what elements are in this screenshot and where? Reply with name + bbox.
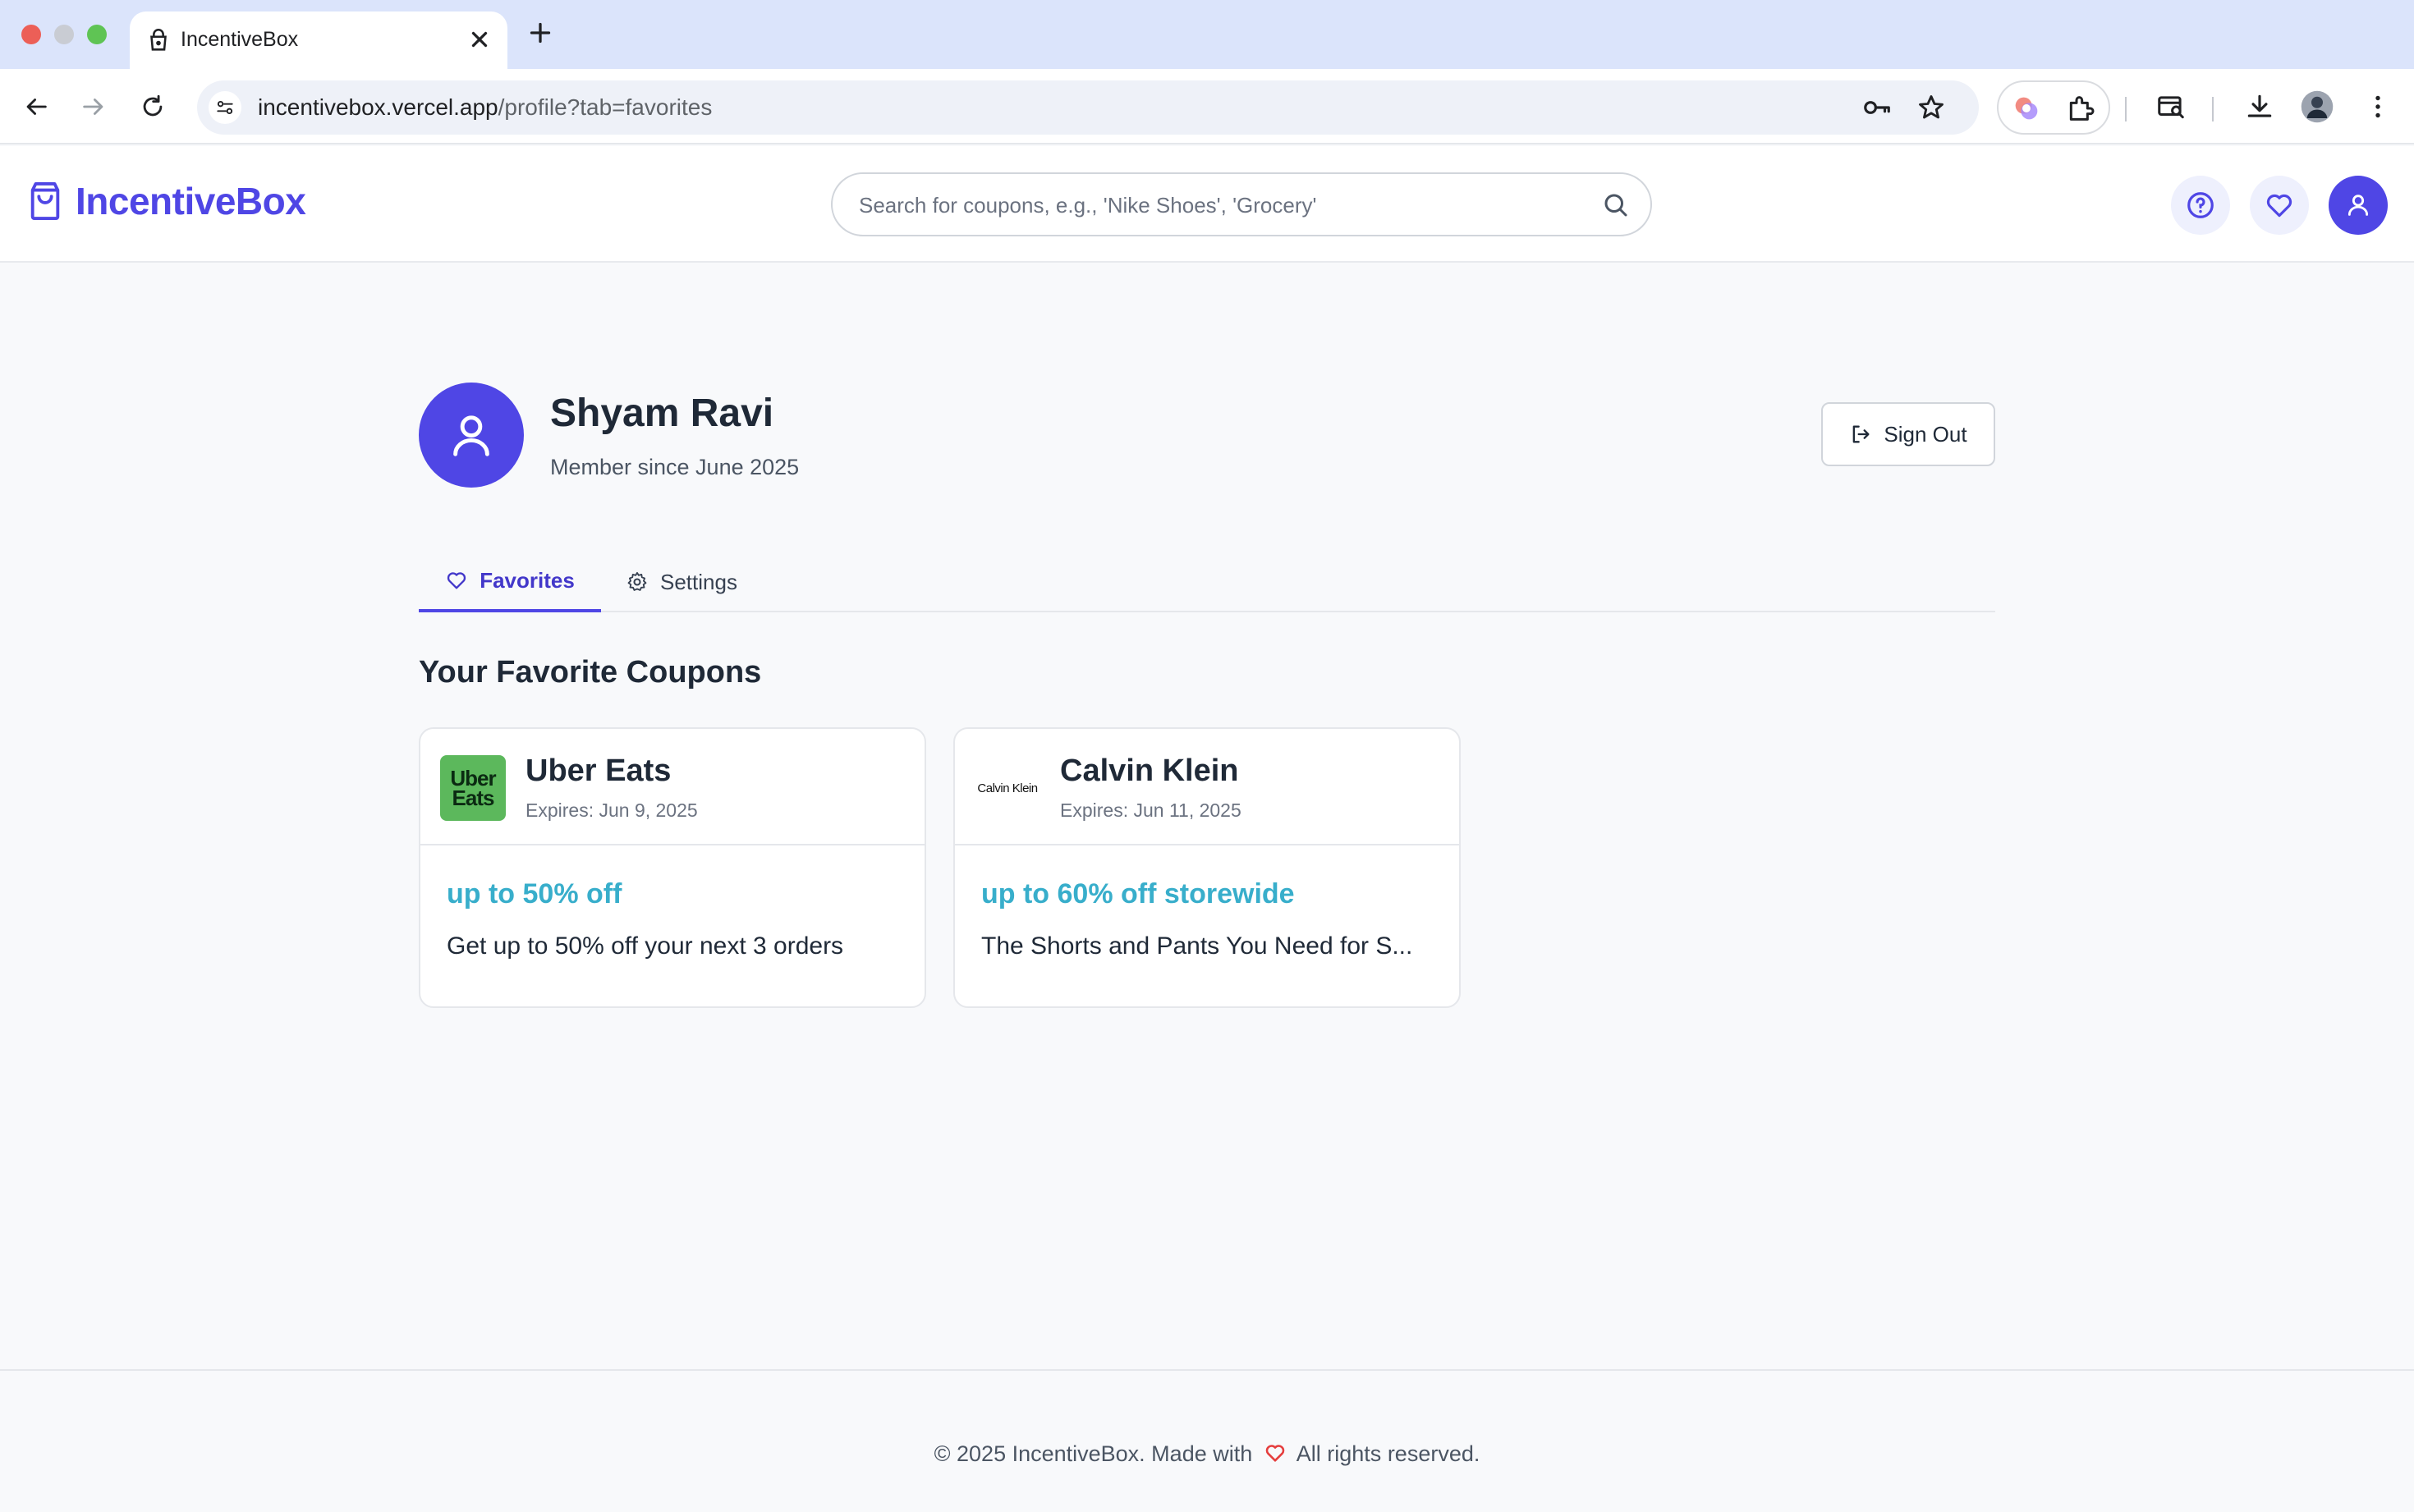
- shopping-bag-icon: [30, 182, 60, 221]
- help-circle-icon: [2187, 192, 2214, 218]
- reload-button[interactable]: [133, 87, 172, 126]
- window-minimize-button[interactable]: [54, 25, 74, 44]
- window-close-button[interactable]: [21, 25, 41, 44]
- logo-text: IncentiveBox: [76, 180, 306, 222]
- site-footer: © 2025 IncentiveBox. Made with All right…: [0, 1369, 2414, 1512]
- user-icon: [2347, 195, 2369, 216]
- browser-menu-icon[interactable]: [2358, 87, 2398, 126]
- tab-label: Settings: [660, 569, 737, 594]
- footer-text: © 2025 IncentiveBox. Made with All right…: [0, 1441, 2414, 1467]
- extensions-group: [1997, 80, 2110, 135]
- tab-title: IncentiveBox: [181, 28, 299, 51]
- browser-toolbar: incentivebox.vercel.app/profile?tab=favo…: [0, 69, 2414, 144]
- coupon-offer: up to 60% off storewide: [981, 878, 1295, 909]
- tab-close-icon[interactable]: [465, 25, 494, 54]
- tab-favicon-icon: [150, 29, 167, 51]
- site-logo[interactable]: IncentiveBox: [26, 179, 306, 223]
- coupon-offer: up to 50% off: [447, 878, 622, 909]
- sign-out-button[interactable]: Sign Out: [1821, 402, 1995, 466]
- toolbar-separator: [2212, 97, 2214, 121]
- logo-text: Calvin Klein: [977, 781, 1038, 795]
- site-header: IncentiveBox: [0, 146, 2414, 263]
- toolbar-separator: [2125, 97, 2127, 121]
- coupon-description: Get up to 50% off your next 3 orders: [447, 932, 844, 960]
- coupon-card-header: Calvin Klein Calvin Klein Expires: Jun 1…: [955, 729, 1459, 845]
- arrow-right-icon: [83, 99, 103, 115]
- extension-assistant-icon[interactable]: [2010, 92, 2043, 125]
- back-button[interactable]: [16, 87, 56, 126]
- browser-tab-bar: IncentiveBox: [0, 0, 2414, 69]
- search-icon[interactable]: [1601, 190, 1631, 220]
- url-domain: incentivebox.vercel.app: [258, 94, 498, 120]
- coupon-card-header: Uber Eats Uber Eats Expires: Jun 9, 2025: [420, 729, 925, 845]
- profile-tabs: Favorites Settings: [419, 552, 1995, 612]
- tab-label: Favorites: [480, 567, 575, 593]
- reload-icon: [143, 94, 163, 117]
- coupon-expiry: Expires: Jun 9, 2025: [525, 800, 698, 821]
- password-key-icon[interactable]: [1861, 91, 1893, 124]
- coupon-brand-name: Uber Eats: [525, 754, 672, 788]
- footer-copyright: © 2025 IncentiveBox. Made with: [934, 1441, 1253, 1466]
- help-button[interactable]: [2171, 176, 2230, 235]
- search-input[interactable]: [859, 189, 1581, 222]
- user-account-button[interactable]: [2329, 176, 2388, 235]
- gear-icon: [627, 571, 647, 591]
- heart-icon: [447, 572, 466, 589]
- new-tab-icon[interactable]: [525, 18, 555, 48]
- bookmark-star-icon[interactable]: [1915, 91, 1948, 124]
- calvin-klein-logo: Calvin Klein: [975, 755, 1040, 821]
- profile-avatar[interactable]: [2297, 87, 2337, 126]
- coupon-card[interactable]: Uber Eats Uber Eats Expires: Jun 9, 2025…: [419, 727, 926, 1008]
- tab-search-icon[interactable]: [2151, 87, 2191, 126]
- tab-favorites[interactable]: Favorites: [419, 552, 601, 612]
- heart-icon: [2266, 194, 2292, 218]
- address-bar[interactable]: incentivebox.vercel.app/profile?tab=favo…: [197, 80, 1979, 135]
- forward-button[interactable]: [74, 87, 113, 126]
- window-maximize-button[interactable]: [87, 25, 107, 44]
- log-out-icon: [1853, 425, 1870, 443]
- browser-tab[interactable]: IncentiveBox: [130, 11, 507, 69]
- profile-avatar-large: [419, 383, 524, 488]
- coupon-card[interactable]: Calvin Klein Calvin Klein Expires: Jun 1…: [953, 727, 1461, 1008]
- coupon-brand-name: Calvin Klein: [1060, 754, 1239, 788]
- member-since-text: Member since June 2025: [550, 455, 800, 479]
- site-info-icon[interactable]: [209, 91, 241, 124]
- coupon-expiry: Expires: Jun 11, 2025: [1060, 800, 1241, 821]
- url-path: /profile?tab=favorites: [498, 94, 713, 120]
- tab-settings[interactable]: Settings: [626, 552, 737, 612]
- uber-eats-logo: Uber Eats: [440, 755, 506, 821]
- favorites-button[interactable]: [2250, 176, 2309, 235]
- profile-name: Shyam Ravi: [550, 392, 774, 435]
- footer-rights: All rights reserved.: [1296, 1441, 1480, 1466]
- heart-icon: [1265, 1445, 1285, 1462]
- search-bar: [831, 172, 1652, 236]
- download-icon[interactable]: [2240, 87, 2279, 126]
- sign-out-label: Sign Out: [1884, 421, 1967, 447]
- extensions-puzzle-icon[interactable]: [2064, 92, 2097, 125]
- coupon-description: The Shorts and Pants You Need for S...: [981, 932, 1413, 960]
- user-icon: [453, 415, 489, 456]
- url-text: incentivebox.vercel.app/profile?tab=favo…: [258, 94, 712, 121]
- favorites-heading: Your Favorite Coupons: [419, 655, 762, 690]
- logo-text: Eats: [452, 786, 495, 810]
- arrow-left-icon: [26, 99, 47, 115]
